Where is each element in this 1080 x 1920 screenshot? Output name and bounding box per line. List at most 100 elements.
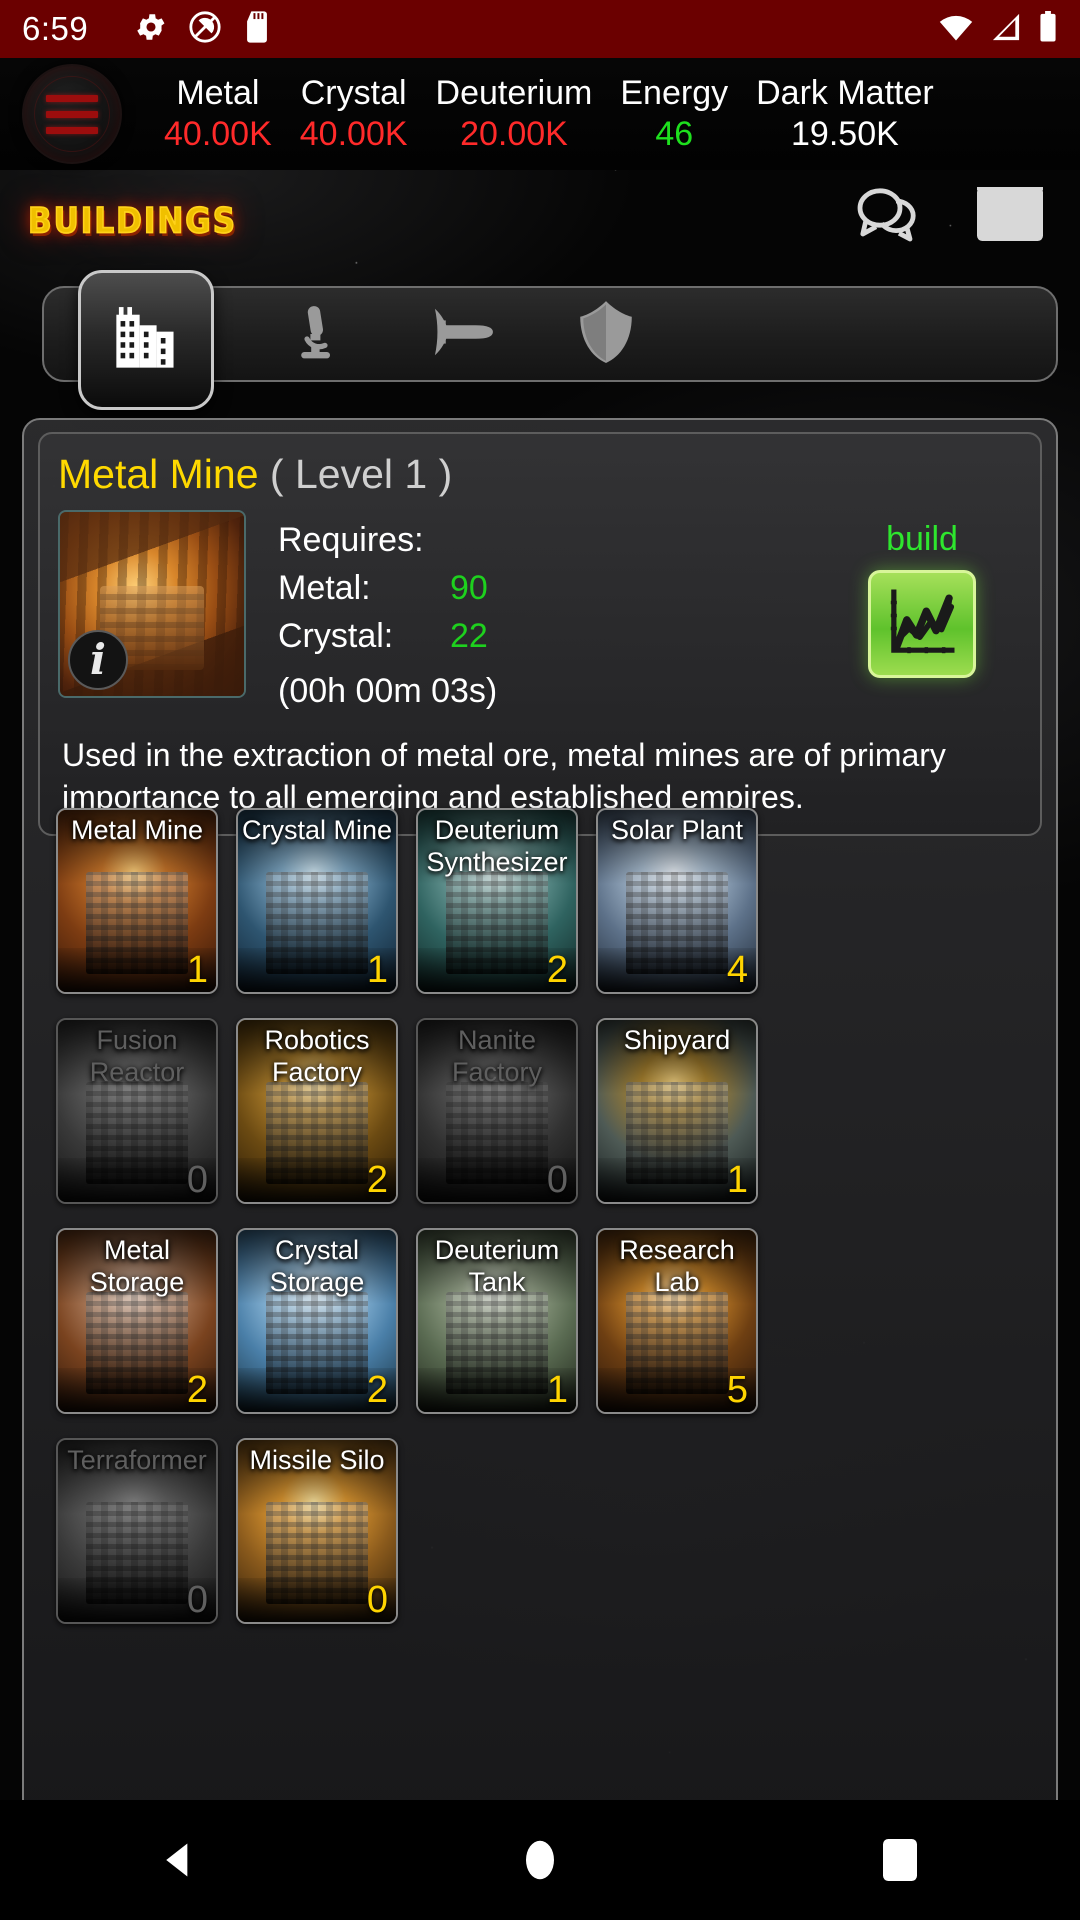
resource-dark-matter[interactable]: Dark Matter 19.50K — [742, 73, 948, 155]
building-card[interactable]: Metal Storage 2 — [56, 1228, 218, 1414]
building-card-name: Deuterium Synthesizer — [426, 815, 568, 877]
resource-label: Crystal — [300, 74, 407, 112]
building-card-name: Solar Plant — [610, 815, 744, 845]
menu-bar-3 — [46, 126, 98, 134]
do-not-disturb-icon — [188, 10, 222, 49]
detail-body: i Requires: Metal: 90 Crystal: 22 (00h 00m… — [58, 510, 1022, 716]
cell-signal-icon — [990, 12, 1022, 47]
building-card-name: Metal Mine — [70, 815, 204, 845]
info-icon[interactable]: i — [68, 630, 128, 690]
growth-chart-icon — [883, 583, 961, 666]
detail-title: Metal Mine ( Level 1 ) — [58, 448, 1022, 500]
building-card-name: Nanite Factory — [451, 1025, 543, 1087]
building-card[interactable]: Terraformer 0 — [56, 1438, 218, 1624]
resource-label: Energy — [620, 74, 729, 112]
resource-value: 19.50K — [791, 115, 899, 153]
building-card-level: 2 — [366, 1159, 388, 1201]
content-panel: Metal Mine ( Level 1 ) i Requires: Metal… — [22, 418, 1058, 1818]
detail-building-name: Metal Mine — [58, 451, 259, 497]
building-card-level: 0 — [546, 1159, 568, 1201]
building-card-name: Deuterium Tank — [434, 1235, 560, 1297]
tab-defense[interactable] — [534, 286, 678, 382]
resource-bar: Metal 40.00K Crystal 40.00K Deuterium 20… — [0, 58, 1080, 170]
status-bar-clock: 6:59 — [22, 10, 89, 47]
building-card-name: Shipyard — [623, 1025, 731, 1055]
hamburger-menu-icon[interactable] — [22, 64, 122, 164]
menu-bar-2 — [46, 110, 98, 118]
detail-description: Used in the extraction of metal ore, met… — [62, 737, 946, 815]
building-card-level: 2 — [546, 949, 568, 991]
building-card-level: 0 — [186, 1159, 208, 1201]
building-card[interactable]: Missile Silo 0 — [236, 1438, 398, 1624]
building-card-level: 1 — [726, 1159, 748, 1201]
game-screen: Metal 40.00K Crystal 40.00K Deuterium 20… — [0, 58, 1080, 1920]
gear-icon — [134, 10, 168, 49]
page-title: Buildings — [27, 187, 238, 246]
envelope-icon[interactable] — [974, 184, 1046, 249]
detail-thumbnail[interactable]: i — [58, 510, 246, 698]
building-card-level: 1 — [546, 1369, 568, 1411]
building-card[interactable]: Nanite Factory 0 — [416, 1018, 578, 1204]
wifi-icon — [938, 12, 974, 47]
tab-shipyard[interactable] — [390, 286, 534, 382]
building-card[interactable]: Fusion Reactor 0 — [56, 1018, 218, 1204]
android-nav-bar — [0, 1800, 1080, 1920]
building-card[interactable]: Crystal Storage 2 — [236, 1228, 398, 1414]
resource-value: 40.00K — [299, 115, 408, 153]
building-card-name: Metal Storage — [89, 1235, 185, 1297]
header-row: Buildings — [0, 170, 1080, 262]
cost-metal: Metal: 90 — [278, 564, 497, 612]
resource-metal[interactable]: Metal 40.00K — [150, 73, 286, 155]
cost-label: Metal: — [278, 569, 371, 607]
building-card[interactable]: Robotics Factory 2 — [236, 1018, 398, 1204]
building-card-name: Crystal Storage — [269, 1235, 365, 1297]
android-status-bar: 6:59 — [0, 0, 1080, 58]
build-button[interactable] — [868, 570, 976, 678]
tab-buildings[interactable] — [78, 270, 214, 410]
status-bar-left: 6:59 — [22, 10, 272, 49]
cost-crystal: Crystal: 22 — [278, 612, 497, 660]
building-card-level: 1 — [186, 949, 208, 991]
cost-amount: 22 — [450, 617, 488, 655]
building-card-name: Crystal Mine — [241, 815, 393, 845]
status-bar-right — [938, 10, 1058, 48]
building-card-name: Robotics Factory — [264, 1025, 370, 1087]
building-card[interactable]: Deuterium Synthesizer 2 — [416, 808, 578, 994]
home-icon[interactable] — [450, 1800, 630, 1920]
resource-label: Deuterium — [435, 74, 593, 112]
building-card[interactable]: Metal Mine 1 — [56, 808, 218, 994]
building-card[interactable]: Research Lab 5 — [596, 1228, 758, 1414]
building-card[interactable]: Shipyard 1 — [596, 1018, 758, 1204]
recents-icon[interactable] — [810, 1800, 990, 1920]
building-detail-card: Metal Mine ( Level 1 ) i Requires: Metal… — [38, 432, 1042, 836]
resource-value: 46 — [655, 115, 694, 153]
tab-research[interactable] — [246, 286, 390, 382]
resource-value: 40.00K — [164, 115, 272, 153]
requires-label: Requires: — [278, 521, 424, 559]
resource-crystal[interactable]: Crystal 40.00K — [286, 73, 422, 155]
building-card-name: Research Lab — [619, 1235, 735, 1297]
chat-bubbles-icon[interactable] — [852, 184, 928, 249]
build-timer: (00h 00m 03s) — [278, 672, 498, 710]
requirements-block: Requires: Metal: 90 Crystal: 22 (00h 00m 0… — [278, 510, 497, 716]
resource-deuterium[interactable]: Deuterium 20.00K — [422, 73, 607, 155]
detail-building-level: ( Level 1 ) — [269, 451, 453, 497]
tab-bar — [22, 270, 1058, 410]
resource-energy[interactable]: Energy 46 — [606, 73, 742, 155]
microscope-icon — [286, 300, 350, 369]
building-card-level: 0 — [186, 1579, 208, 1621]
building-card[interactable]: Solar Plant 4 — [596, 808, 758, 994]
building-card-level: 2 — [186, 1369, 208, 1411]
buildings-icon — [109, 302, 183, 379]
resource-label: Dark Matter — [756, 74, 934, 112]
building-card-name: Terraformer — [67, 1445, 207, 1475]
building-card-name: Fusion Reactor — [89, 1025, 185, 1087]
cost-label: Crystal: — [278, 617, 394, 655]
back-icon[interactable] — [90, 1800, 270, 1920]
resource-label: Metal — [176, 74, 260, 112]
cost-amount: 90 — [450, 569, 488, 607]
build-area: build — [822, 510, 1022, 678]
shield-icon — [575, 299, 637, 370]
building-card[interactable]: Crystal Mine 1 — [236, 808, 398, 994]
building-card[interactable]: Deuterium Tank 1 — [416, 1228, 578, 1414]
